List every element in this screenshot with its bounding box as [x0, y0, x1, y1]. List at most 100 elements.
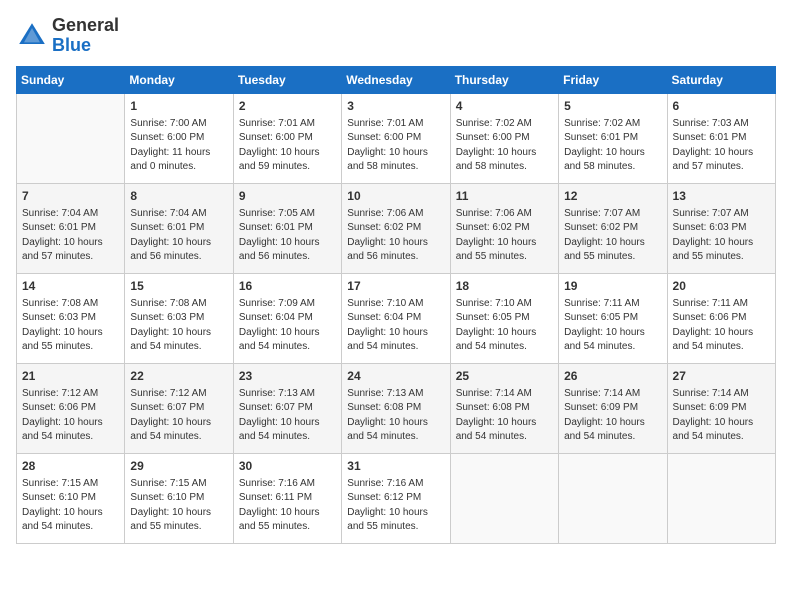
day-info: Sunrise: 7:04 AMSunset: 6:01 PMDaylight:… [22, 207, 119, 265]
day-info: Sunrise: 7:16 AMSunset: 6:12 PMDaylight:… [347, 477, 444, 535]
calendar-week-1: 1Sunrise: 7:00 AMSunset: 6:00 PMDaylight… [17, 93, 776, 183]
day-number: 7 [22, 188, 119, 205]
day-info: Sunrise: 7:05 AMSunset: 6:01 PMDaylight:… [239, 207, 336, 265]
day-info: Sunrise: 7:14 AMSunset: 6:09 PMDaylight:… [564, 387, 661, 445]
day-number: 4 [456, 98, 553, 115]
day-number: 10 [347, 188, 444, 205]
day-number: 11 [456, 188, 553, 205]
calendar-cell [450, 453, 558, 543]
day-number: 16 [239, 278, 336, 295]
calendar-table: SundayMondayTuesdayWednesdayThursdayFrid… [16, 66, 776, 544]
header-friday: Friday [559, 66, 667, 93]
calendar-cell [559, 453, 667, 543]
day-number: 9 [239, 188, 336, 205]
calendar-cell: 26 Sunrise: 7:14 AMSunset: 6:09 PMDayligh… [559, 363, 667, 453]
day-info: Sunrise: 7:09 AMSunset: 6:04 PMDaylight:… [239, 297, 336, 355]
day-info: Sunrise: 7:11 AMSunset: 6:06 PMDaylight:… [673, 297, 770, 355]
logo: General Blue [16, 16, 119, 56]
day-number: 18 [456, 278, 553, 295]
day-info: Sunrise: 7:01 AMSunset: 6:00 PMDaylight:… [347, 117, 444, 175]
day-number: 3 [347, 98, 444, 115]
day-number: 26 [564, 368, 661, 385]
day-info: Sunrise: 7:10 AMSunset: 6:04 PMDaylight:… [347, 297, 444, 355]
calendar-cell: 24Sunrise: 7:13 AMSunset: 6:08 PMDayligh… [342, 363, 450, 453]
day-number: 12 [564, 188, 661, 205]
day-info: Sunrise: 7:15 AMSunset: 6:10 PMDaylight:… [22, 477, 119, 535]
day-number: 5 [564, 98, 661, 115]
day-info: Sunrise: 7:14 AMSunset: 6:08 PMDaylight:… [456, 387, 553, 445]
calendar-cell: 2Sunrise: 7:01 AMSunset: 6:00 PMDaylight… [233, 93, 341, 183]
day-info: Sunrise: 7:12 AMSunset: 6:07 PMDaylight:… [130, 387, 227, 445]
day-info: Sunrise: 7:08 AMSunset: 6:03 PMDaylight:… [22, 297, 119, 355]
calendar-cell: 19Sunrise: 7:11 AMSunset: 6:05 PMDayligh… [559, 273, 667, 363]
header-tuesday: Tuesday [233, 66, 341, 93]
day-info: Sunrise: 7:13 AMSunset: 6:07 PMDaylight:… [239, 387, 336, 445]
calendar-cell [17, 93, 125, 183]
day-info: Sunrise: 7:02 AMSunset: 6:00 PMDaylight:… [456, 117, 553, 175]
day-number: 21 [22, 368, 119, 385]
logo-icon [16, 20, 48, 52]
logo-blue: Blue [52, 35, 91, 55]
calendar-cell: 23Sunrise: 7:13 AMSunset: 6:07 PMDayligh… [233, 363, 341, 453]
day-number: 27 [673, 368, 770, 385]
day-info: Sunrise: 7:07 AMSunset: 6:02 PMDaylight:… [564, 207, 661, 265]
calendar-cell: 13 Sunrise: 7:07 AMSunset: 6:03 PMDayligh… [667, 183, 775, 273]
day-info: Sunrise: 7:11 AMSunset: 6:05 PMDaylight:… [564, 297, 661, 355]
calendar-cell: 16 Sunrise: 7:09 AMSunset: 6:04 PMDayligh… [233, 273, 341, 363]
calendar-cell: 3 Sunrise: 7:01 AMSunset: 6:00 PMDaylight… [342, 93, 450, 183]
day-info: Sunrise: 7:14 AMSunset: 6:09 PMDaylight:… [673, 387, 770, 445]
calendar-cell: 15 Sunrise: 7:08 AMSunset: 6:03 PMDayligh… [125, 273, 233, 363]
logo-text: General Blue [52, 16, 119, 56]
logo-general: General [52, 15, 119, 35]
day-number: 14 [22, 278, 119, 295]
calendar-cell: 27 Sunrise: 7:14 AMSunset: 6:09 PMDayligh… [667, 363, 775, 453]
day-info: Sunrise: 7:16 AMSunset: 6:11 PMDaylight:… [239, 477, 336, 535]
day-number: 25 [456, 368, 553, 385]
day-info: Sunrise: 7:10 AMSunset: 6:05 PMDaylight:… [456, 297, 553, 355]
calendar-cell: 9 Sunrise: 7:05 AMSunset: 6:01 PMDaylight… [233, 183, 341, 273]
calendar-cell: 4 Sunrise: 7:02 AMSunset: 6:00 PMDaylight… [450, 93, 558, 183]
calendar-header-row: SundayMondayTuesdayWednesdayThursdayFrid… [17, 66, 776, 93]
day-number: 1 [130, 98, 227, 115]
day-info: Sunrise: 7:15 AMSunset: 6:10 PMDaylight:… [130, 477, 227, 535]
day-info: Sunrise: 7:12 AMSunset: 6:06 PMDaylight:… [22, 387, 119, 445]
day-number: 20 [673, 278, 770, 295]
day-number: 30 [239, 458, 336, 475]
day-info: Sunrise: 7:08 AMSunset: 6:03 PMDaylight:… [130, 297, 227, 355]
day-info: Sunrise: 7:03 AMSunset: 6:01 PMDaylight:… [673, 117, 770, 175]
day-number: 13 [673, 188, 770, 205]
day-info: Sunrise: 7:01 AMSunset: 6:00 PMDaylight:… [239, 117, 336, 175]
calendar-cell: 17 Sunrise: 7:10 AMSunset: 6:04 PMDayligh… [342, 273, 450, 363]
day-number: 8 [130, 188, 227, 205]
day-number: 31 [347, 458, 444, 475]
calendar-cell: 6 Sunrise: 7:03 AMSunset: 6:01 PMDaylight… [667, 93, 775, 183]
day-info: Sunrise: 7:06 AMSunset: 6:02 PMDaylight:… [456, 207, 553, 265]
calendar-week-3: 14 Sunrise: 7:08 AMSunset: 6:03 PMDayligh… [17, 273, 776, 363]
calendar-cell: 11 Sunrise: 7:06 AMSunset: 6:02 PMDayligh… [450, 183, 558, 273]
header-sunday: Sunday [17, 66, 125, 93]
calendar-week-4: 21 Sunrise: 7:12 AMSunset: 6:06 PMDayligh… [17, 363, 776, 453]
calendar-cell: 25 Sunrise: 7:14 AMSunset: 6:08 PMDayligh… [450, 363, 558, 453]
day-info: Sunrise: 7:04 AMSunset: 6:01 PMDaylight:… [130, 207, 227, 265]
day-number: 28 [22, 458, 119, 475]
calendar-cell: 20 Sunrise: 7:11 AMSunset: 6:06 PMDayligh… [667, 273, 775, 363]
calendar-cell: 1Sunrise: 7:00 AMSunset: 6:00 PMDaylight… [125, 93, 233, 183]
header-monday: Monday [125, 66, 233, 93]
calendar-cell [667, 453, 775, 543]
calendar-cell: 30 Sunrise: 7:16 AMSunset: 6:11 PMDayligh… [233, 453, 341, 543]
day-number: 6 [673, 98, 770, 115]
calendar-cell: 21 Sunrise: 7:12 AMSunset: 6:06 PMDayligh… [17, 363, 125, 453]
calendar-cell: 7 Sunrise: 7:04 AMSunset: 6:01 PMDaylight… [17, 183, 125, 273]
day-number: 29 [130, 458, 227, 475]
day-info: Sunrise: 7:02 AMSunset: 6:01 PMDaylight:… [564, 117, 661, 175]
day-number: 15 [130, 278, 227, 295]
day-number: 22 [130, 368, 227, 385]
calendar-cell: 5 Sunrise: 7:02 AMSunset: 6:01 PMDaylight… [559, 93, 667, 183]
day-info: Sunrise: 7:07 AMSunset: 6:03 PMDaylight:… [673, 207, 770, 265]
header-thursday: Thursday [450, 66, 558, 93]
page-header: General Blue [16, 16, 776, 56]
calendar-week-5: 28 Sunrise: 7:15 AMSunset: 6:10 PMDayligh… [17, 453, 776, 543]
day-number: 17 [347, 278, 444, 295]
calendar-week-2: 7 Sunrise: 7:04 AMSunset: 6:01 PMDaylight… [17, 183, 776, 273]
calendar-cell: 28 Sunrise: 7:15 AMSunset: 6:10 PMDayligh… [17, 453, 125, 543]
